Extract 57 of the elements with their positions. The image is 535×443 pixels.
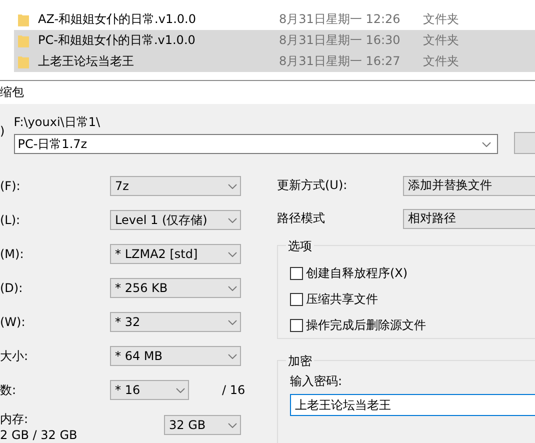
- archive-name-field[interactable]: PC-日常1.7z: [14, 134, 498, 154]
- dropdown[interactable]: * 32: [110, 312, 241, 332]
- file-type: 文件夹: [423, 32, 459, 49]
- dropdown[interactable]: * LZMA2 [std]: [110, 244, 241, 264]
- chevron-icon: [176, 388, 185, 392]
- file-row[interactable]: PC-和姐姐女仆的日常.v1.0.0 8月31日星期一 16:30 文件夹: [14, 30, 535, 51]
- dropdown[interactable]: * 16: [110, 380, 189, 400]
- window-title: 缩包: [0, 84, 24, 101]
- field-label: 数:: [0, 382, 18, 398]
- dropdown[interactable]: * 64 MB: [110, 346, 241, 366]
- file-type: 文件夹: [423, 53, 459, 70]
- memory-usage: 2 GB / 32 GB: [0, 427, 78, 443]
- chevron-icon: [228, 422, 237, 428]
- file-row[interactable]: AZ-和姐姐女仆的日常.v1.0.0 8月31日星期一 12:26 文件夹: [14, 9, 535, 30]
- checkbox[interactable]: 压缩共享文件: [290, 286, 535, 312]
- dropdown[interactable]: 添加并替换文件: [403, 176, 535, 196]
- field-label: 路径模式: [277, 210, 326, 227]
- chevron-icon: [482, 142, 492, 146]
- field-label: 输入密码:: [290, 373, 344, 390]
- field-label: ): [0, 124, 6, 138]
- file-name: 上老王论坛当老王: [38, 53, 135, 70]
- chevron-icon: [228, 218, 237, 222]
- checkbox[interactable]: 操作完成后删除源文件: [290, 312, 535, 338]
- checkbox[interactable]: 创建自释放程序(X): [290, 260, 535, 286]
- group-title: 选项: [286, 238, 314, 255]
- file-name: AZ-和姐姐女仆的日常.v1.0.0: [38, 11, 197, 28]
- chevron-icon: [228, 286, 237, 290]
- chevron-icon: [228, 320, 237, 324]
- side-button[interactable]: [514, 132, 535, 154]
- field-label: (L):: [0, 213, 22, 227]
- folder-icon: [18, 12, 29, 26]
- file-date: 8月31日星期一 16:30: [279, 32, 402, 49]
- chevron-icon: [228, 252, 237, 256]
- file-type: 文件夹: [423, 11, 459, 28]
- field-label: 内存:: [0, 411, 30, 427]
- chevron-icon: [228, 184, 237, 188]
- field-label: (D):: [0, 281, 24, 295]
- field-label: (W):: [0, 315, 26, 329]
- file-date: 8月31日星期一 16:27: [279, 53, 402, 70]
- dropdown[interactable]: * 256 KB: [110, 278, 241, 298]
- dropdown[interactable]: 相对路径: [403, 208, 535, 228]
- thread-total: / 16: [222, 383, 246, 397]
- password-field[interactable]: 上老王论坛当老王: [290, 394, 535, 416]
- file-row[interactable]: 上老王论坛当老王 8月31日星期一 16:27 文件夹: [14, 51, 535, 72]
- dropdown[interactable]: Level 1 (仅存储): [110, 210, 241, 230]
- field-label: (M):: [0, 247, 25, 261]
- file-name: PC-和姐姐女仆的日常.v1.0.0: [38, 32, 196, 49]
- field-label: (F):: [0, 179, 22, 193]
- folder-icon: [18, 54, 29, 68]
- field-label: 大小:: [0, 348, 30, 364]
- dropdown[interactable]: 7z: [110, 176, 241, 196]
- field-label: 更新方式(U):: [277, 177, 348, 194]
- chevron-icon: [228, 354, 237, 358]
- dropdown[interactable]: 32 GB: [164, 415, 241, 435]
- file-date: 8月31日星期一 12:26: [279, 11, 402, 28]
- folder-icon: [18, 34, 29, 48]
- path-label: F:\youxi\日常1\: [14, 114, 101, 131]
